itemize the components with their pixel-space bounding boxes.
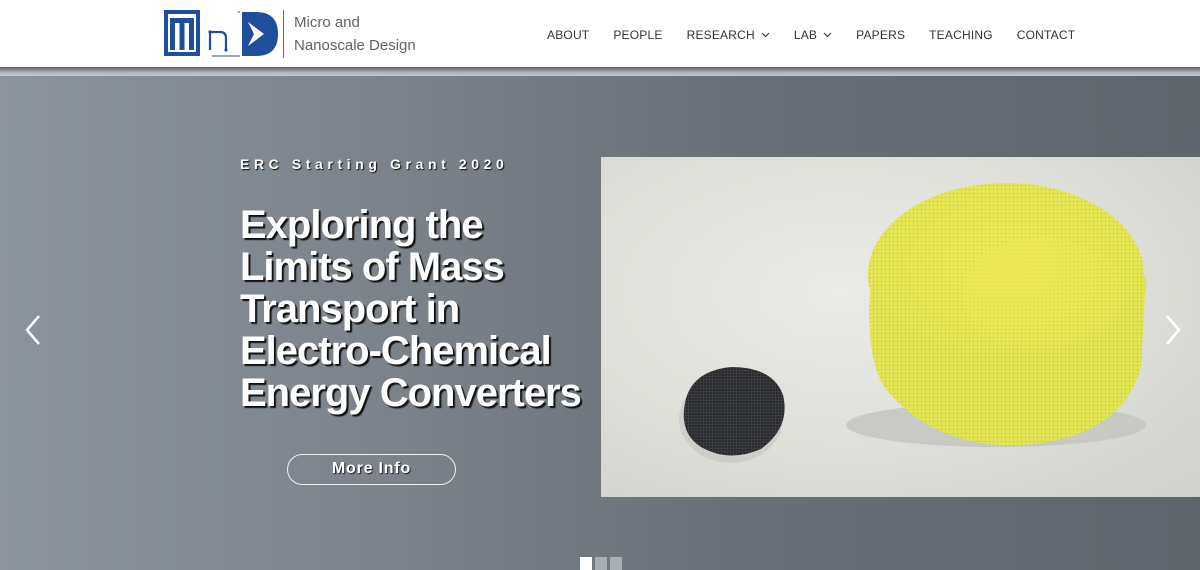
- brand-line-2: Nanoscale Design: [294, 37, 416, 54]
- nav-item-teaching[interactable]: TEACHING: [917, 24, 1005, 46]
- main-nav: ABOUT PEOPLE RESEARCH LAB PAPERS TEACHIN…: [535, 24, 1087, 46]
- more-info-button[interactable]: More Info: [287, 454, 456, 485]
- header-shadow: [0, 67, 1200, 76]
- nav-item-papers[interactable]: PAPERS: [844, 24, 917, 46]
- headline-line: Transport in: [240, 287, 460, 331]
- chevron-left-icon: [25, 315, 40, 345]
- carousel-indicators: [580, 557, 622, 570]
- brand-line-1: Micro and: [294, 14, 360, 31]
- carousel-indicator-1[interactable]: [580, 557, 592, 570]
- carousel-prev-button[interactable]: [22, 314, 44, 346]
- nav-label: ABOUT: [547, 28, 590, 42]
- hero-kicker: ERC Starting Grant 2020: [240, 156, 509, 172]
- brand-name[interactable]: Micro and Nanoscale Design: [294, 11, 416, 57]
- nav-label: PEOPLE: [613, 28, 663, 42]
- chevron-down-icon: [761, 32, 770, 38]
- nav-item-contact[interactable]: CONTACT: [1005, 24, 1088, 46]
- headline-line: Electro-Chemical: [240, 329, 552, 373]
- nav-item-lab[interactable]: LAB: [782, 24, 844, 46]
- nav-item-about[interactable]: ABOUT: [535, 24, 601, 46]
- mnd-logo-icon[interactable]: [160, 8, 282, 60]
- headline-line: Energy Converters: [240, 371, 582, 415]
- nav-label: LAB: [793, 28, 818, 42]
- hero-headline: Exploring the Limits of Mass Transport i…: [240, 204, 600, 414]
- hero-image: [601, 157, 1200, 497]
- hero-carousel: ERC Starting Grant 2020 Exploring the Li…: [0, 76, 1200, 570]
- nav-label: RESEARCH: [686, 28, 755, 42]
- carousel-indicator-2[interactable]: [595, 557, 607, 570]
- nav-label: TEACHING: [929, 28, 993, 42]
- nav-item-people[interactable]: PEOPLE: [601, 24, 674, 46]
- nav-label: CONTACT: [1016, 28, 1076, 42]
- chevron-down-icon: [823, 32, 832, 38]
- chevron-right-icon: [1166, 315, 1181, 345]
- site-header: Micro and Nanoscale Design ABOUT PEOPLE …: [0, 0, 1200, 68]
- nav-label: PAPERS: [856, 28, 906, 42]
- headline-line: Exploring the: [240, 203, 484, 247]
- carousel-indicator-3[interactable]: [610, 557, 622, 570]
- brand-divider: [283, 10, 284, 58]
- nav-item-research[interactable]: RESEARCH: [675, 24, 782, 46]
- headline-line: Limits of Mass: [240, 245, 505, 289]
- carousel-next-button[interactable]: [1162, 314, 1184, 346]
